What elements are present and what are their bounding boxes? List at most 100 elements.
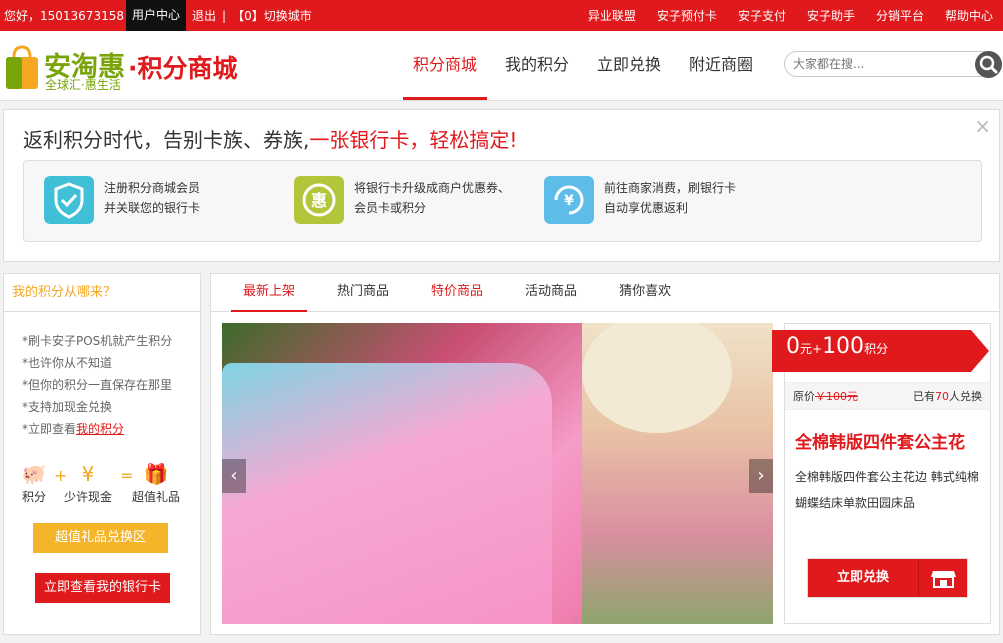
logo-slogan: 全球汇·惠生活: [45, 78, 121, 92]
nav-exchange-now[interactable]: 立即兑换: [587, 31, 671, 100]
prev-arrow-icon[interactable]: ‹: [222, 459, 246, 493]
step-upgrade-line1: 将银行卡升级成商户优惠券、: [354, 181, 511, 195]
shield-check-icon: [44, 176, 94, 224]
exchange-button-label[interactable]: 立即兑换: [808, 559, 918, 597]
tab-special-price[interactable]: 特价商品: [419, 274, 495, 312]
price-points: 100: [822, 334, 865, 359]
points-equation: 🐖 积分 + ¥ 少许现金 = 🎁 超值礼品: [18, 462, 198, 505]
eq-gift-label: 超值礼品: [131, 490, 180, 504]
step-upgrade-line2: 会员卡或积分: [354, 201, 427, 215]
tip-prefix: *立即查看: [22, 422, 77, 436]
shopping-bag-icon: [6, 45, 38, 89]
sidebar-header: 我的积分从哪来？: [4, 274, 200, 312]
eq-points-label: 积分: [21, 490, 46, 504]
main-nav: 积分商城 我的积分 立即兑换 附近商圈: [403, 31, 771, 100]
original-price: 原价￥100元: [793, 383, 858, 411]
svg-text:¥: ¥: [564, 193, 574, 209]
greeting-text: 您好，15013673158: [4, 9, 124, 23]
tab-hot[interactable]: 热门商品: [325, 274, 401, 312]
product-title[interactable]: 全棉韩版四件套公主花: [795, 428, 965, 453]
eq-cash: ¥ 少许现金: [58, 462, 118, 505]
eq-gift: 🎁 超值礼品: [126, 462, 186, 505]
step-register-line1: 注册积分商城会员: [104, 181, 201, 195]
tips-list: *刷卡安子POS机就产生积分 *也许你从不知道 *但你的积分一直保存在那里 *支…: [4, 312, 200, 440]
exchange-count-prefix: 已有: [913, 390, 935, 403]
top-bar: 您好，15013673158 用户中心 退出 | 【0】切换城市 异业联盟 安子…: [0, 0, 1003, 31]
intro-banner: 返利积分时代，告别卡族、券族,一张银行卡，轻松搞定! × 注册积分商城会员 并关联…: [3, 109, 1000, 262]
svg-text:惠: 惠: [311, 191, 327, 210]
top-bar-left: 您好，15013673158 用户中心 退出 | 【0】切换城市: [4, 0, 312, 31]
step-upgrade-text: 将银行卡升级成商户优惠券、 会员卡或积分: [354, 178, 510, 218]
switch-city-link[interactable]: 【0】切换城市: [232, 7, 312, 24]
step-rebate-text: 前往商家消费，刷银行卡 自动享优惠返利: [604, 178, 736, 218]
shop-icon[interactable]: [918, 559, 967, 597]
product-info: 0元+100积分 原价￥100元 已有70人兑换 全棉韩版四件套公主花 全棉韩版…: [772, 323, 991, 624]
search-button[interactable]: [975, 51, 1002, 78]
tab-recommend[interactable]: 猜你喜欢: [607, 274, 683, 312]
bedding-image: [222, 363, 552, 624]
logo-suffix: ·积分商城: [128, 54, 238, 83]
top-bar-links: 异业联盟 安子预付卡 安子支付 安子助手 分销平台 帮助中心: [567, 0, 993, 31]
exchange-count: 已有70人兑换: [913, 383, 982, 411]
tip-item: *但你的积分一直保存在那里: [22, 378, 173, 392]
price-meta: 原价￥100元 已有70人兑换: [785, 382, 990, 410]
header: 安淘惠 ·积分商城 全球汇·惠生活 积分商城 我的积分 立即兑换 附近商圈: [0, 31, 1003, 101]
separator: |: [222, 8, 227, 23]
banner-title-text: 返利积分时代，告别卡族、券族,: [23, 128, 310, 152]
yen-refresh-icon: ¥: [544, 176, 594, 224]
search-icon: [979, 55, 998, 74]
tip-item: *支持加现金兑换: [22, 400, 113, 414]
steps-panel: 注册积分商城会员 并关联您的银行卡 惠 将银行卡升级成商户优惠券、 会员卡或积分 ¥…: [23, 160, 982, 242]
nav-points-mall[interactable]: 积分商城: [403, 31, 488, 100]
product-image[interactable]: ‹ ›: [222, 323, 773, 624]
link-alliance[interactable]: 异业联盟: [588, 7, 636, 24]
link-assistant[interactable]: 安子助手: [807, 7, 855, 24]
step-register-line2: 并关联您的银行卡: [104, 201, 201, 215]
original-price-label: 原价: [793, 390, 815, 403]
next-arrow-icon[interactable]: ›: [749, 459, 773, 493]
exchange-button[interactable]: 立即兑换: [807, 558, 968, 598]
banner-title-highlight: 一张银行卡，轻松搞定!: [309, 128, 518, 152]
my-points-link[interactable]: 我的积分: [76, 422, 124, 436]
link-prepaid-card[interactable]: 安子预付卡: [657, 7, 717, 24]
nav-my-points[interactable]: 我的积分: [495, 31, 579, 100]
tip-item: *刷卡安子POS机就产生积分: [22, 334, 173, 348]
logout-link[interactable]: 退出: [192, 7, 216, 24]
product-panel: 最新上架 热门商品 特价商品 活动商品 猜你喜欢 ‹ › 0元+100积分 原价…: [210, 273, 1000, 635]
step-rebate-line1: 前往商家消费，刷银行卡: [604, 181, 737, 195]
user-center-link[interactable]: 用户中心: [125, 0, 186, 31]
price-tag: 0元+100积分: [772, 330, 989, 372]
link-distribution[interactable]: 分销平台: [876, 7, 924, 24]
gift-exchange-button[interactable]: 超值礼品兑换区: [33, 523, 168, 553]
tab-new-arrivals[interactable]: 最新上架: [231, 274, 308, 312]
tip-item: *也许你从不知道: [22, 356, 113, 370]
eq-cash-label: 少许现金: [63, 490, 112, 504]
banner-title: 返利积分时代，告别卡族、券族,一张银行卡，轻松搞定!: [23, 124, 517, 153]
discount-badge-icon: 惠: [294, 176, 344, 224]
exchange-count-value: 70: [935, 390, 949, 403]
close-icon[interactable]: ×: [974, 114, 991, 138]
step-rebate-line2: 自动享优惠返利: [604, 201, 689, 215]
product-tabs: 最新上架 热门商品 特价商品 活动商品 猜你喜欢: [211, 274, 999, 312]
price-points-unit: 积分: [864, 342, 889, 356]
step-register-text: 注册积分商城会员 并关联您的银行卡: [104, 178, 200, 218]
product-description: 全棉韩版四件套公主花边 韩式纯棉蝴蝶结床单款田园床品: [795, 470, 979, 510]
nav-nearby[interactable]: 附近商圈: [679, 31, 763, 100]
search-box: [784, 51, 1002, 78]
original-price-value: ￥100元: [815, 390, 858, 403]
price-cash-unit: 元+: [800, 342, 823, 356]
link-help[interactable]: 帮助中心: [945, 7, 993, 24]
logo[interactable]: 安淘惠 ·积分商城 全球汇·惠生活: [4, 41, 264, 93]
store-icon: [931, 571, 956, 588]
search-input[interactable]: [793, 55, 973, 73]
link-pay[interactable]: 安子支付: [738, 7, 786, 24]
view-bank-card-button[interactable]: 立即查看我的银行卡: [35, 573, 170, 603]
coin-icon: ¥: [81, 462, 95, 486]
tab-events[interactable]: 活动商品: [513, 274, 589, 312]
price-cash: 0: [786, 334, 800, 359]
tip-item: *立即查看我的积分: [22, 418, 200, 440]
price-value: 0元+100积分: [786, 334, 888, 359]
gift-icon: 🎁: [143, 462, 169, 486]
points-sidebar: 我的积分从哪来？ *刷卡安子POS机就产生积分 *也许你从不知道 *但你的积分一…: [3, 273, 201, 635]
exchange-count-suffix: 人兑换: [949, 390, 982, 403]
